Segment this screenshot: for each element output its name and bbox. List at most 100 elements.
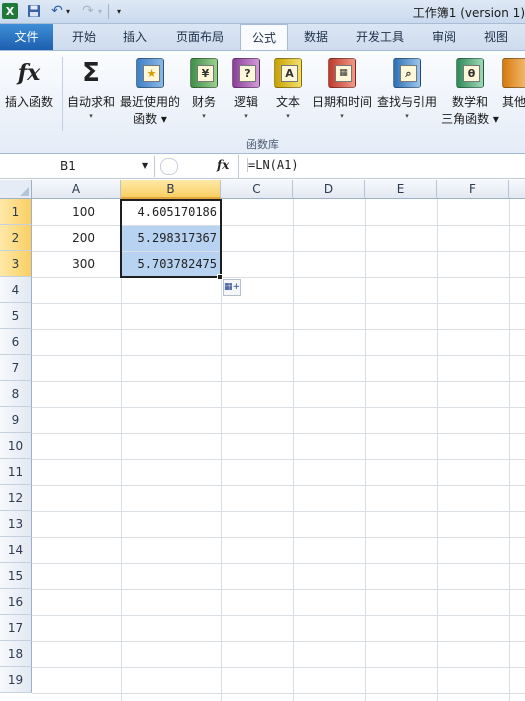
row-header-5[interactable]: 5 [0, 303, 32, 329]
name-box-value: B1 [60, 159, 76, 173]
column-header-d[interactable]: D [293, 180, 365, 199]
row-header-4[interactable]: 4 [0, 277, 32, 303]
row-header-6[interactable]: 6 [0, 329, 32, 355]
recently-used-button[interactable]: ★ 最近使用的 函数 ▾ [118, 51, 182, 137]
formula-separator [238, 155, 239, 179]
row-header-16[interactable]: 16 [0, 589, 32, 615]
button-label: 数学和 [451, 95, 488, 109]
tab-insert[interactable]: 插入 [110, 24, 160, 50]
magnifier-icon: ⌕ [400, 65, 417, 82]
calendar-icon: ▦ [335, 65, 352, 82]
math-trig-button[interactable]: θ 数学和 三角函数 ▾ [440, 51, 500, 137]
gridline [32, 355, 525, 356]
excel-logo-icon[interactable]: X [2, 3, 18, 19]
row-header-11[interactable]: 11 [0, 459, 32, 485]
chevron-down-icon[interactable]: ▼ [142, 161, 148, 170]
column-header-c[interactable]: C [221, 180, 293, 199]
lookup-book-icon: ⌕ [393, 58, 421, 88]
button-label: 最近使用的 [119, 95, 180, 109]
redo-button[interactable]: ↷ [80, 3, 96, 19]
cell-a1[interactable]: 100 [32, 200, 121, 225]
title-bar: X ↶ ▾ ↷ ▾ ▾ 工作簿1 (version 1) [0, 0, 525, 24]
redo-dropdown[interactable]: ▾ [96, 3, 104, 19]
row-header-15[interactable]: 15 [0, 563, 32, 589]
tab-formulas[interactable]: 公式 [240, 24, 288, 51]
text-button[interactable]: A 文本 ▾ [268, 51, 308, 137]
column-header-f[interactable]: F [437, 180, 509, 199]
button-label: 其他 [502, 95, 525, 109]
gridline [32, 225, 525, 226]
cell-a3[interactable]: 300 [32, 252, 121, 277]
autosum-button[interactable]: Σ 自动求和 ▾ [64, 51, 118, 137]
gridline [32, 589, 525, 590]
insert-function-button[interactable]: fx 插入函数 [2, 51, 56, 137]
fx-icon: fx [17, 60, 41, 86]
tab-data[interactable]: 数据 [292, 24, 340, 50]
name-box[interactable]: B1 ▼ [0, 156, 155, 177]
column-header-g[interactable] [509, 180, 525, 199]
row-header-17[interactable]: 17 [0, 615, 32, 641]
auto-fill-options-button[interactable]: ▦+ [223, 279, 241, 296]
ribbon-tab-bar: 文件 开始 插入 页面布局 公式 数据 开发工具 审阅 视图 [0, 24, 525, 51]
row-header-10[interactable]: 10 [0, 433, 32, 459]
finance-book-icon: ¥ [190, 58, 218, 88]
customize-quick-access-button[interactable]: ▾ [114, 3, 124, 19]
cell-a2[interactable]: 200 [32, 226, 121, 251]
column-header-b[interactable]: B [121, 180, 221, 199]
function-library-group-label: 函数库 [246, 138, 279, 151]
tab-view[interactable]: 视图 [472, 24, 520, 50]
financial-button[interactable]: ¥ 财务 ▾ [184, 51, 224, 137]
spreadsheet-grid[interactable]: A B C D E F 1 2 3 4 5 6 7 8 9 10 11 12 13 14 15 16 17 18 1… [0, 180, 525, 701]
date-time-button[interactable]: ▦ 日期和时间 ▾ [310, 51, 374, 137]
gridline [32, 329, 525, 330]
tab-home[interactable]: 开始 [60, 24, 108, 50]
row-header-19[interactable]: 19 [0, 667, 32, 693]
row-header-12[interactable]: 12 [0, 485, 32, 511]
more-book-icon [502, 58, 525, 88]
undo-button[interactable]: ↶ [49, 3, 65, 19]
formula-input[interactable]: =LN(A1) [247, 158, 299, 172]
row-header-3[interactable]: 3 [0, 251, 32, 277]
row-header-9[interactable]: 9 [0, 407, 32, 433]
formula-bar: B1 ▼ fx =LN(A1) [0, 155, 525, 179]
gridline [32, 251, 525, 252]
lookup-reference-button[interactable]: ⌕ 查找与引用 ▾ [375, 51, 439, 137]
row-header-13[interactable]: 13 [0, 511, 32, 537]
math-book-icon: θ [456, 58, 484, 88]
row-header-14[interactable]: 14 [0, 537, 32, 563]
chevron-down-icon: ▾ [89, 112, 93, 120]
column-header-e[interactable]: E [365, 180, 437, 199]
row-header-1[interactable]: 1 [0, 199, 32, 225]
row-header-8[interactable]: 8 [0, 381, 32, 407]
sigma-icon: Σ [82, 58, 100, 88]
button-label: 日期和时间 [311, 95, 372, 109]
tab-file[interactable]: 文件 [0, 24, 53, 50]
column-header-a[interactable]: A [32, 180, 121, 199]
row-header-18[interactable]: 18 [0, 641, 32, 667]
save-button[interactable] [26, 3, 42, 19]
button-label: 财务 [191, 95, 216, 109]
chevron-down-icon: ▾ [244, 112, 248, 120]
button-label: 插入函数 [4, 95, 53, 109]
tab-developer[interactable]: 开发工具 [344, 24, 416, 50]
gridline [32, 693, 525, 694]
gridline [32, 407, 525, 408]
gridline [32, 433, 525, 434]
chevron-down-icon: ▾ [405, 112, 409, 120]
row-header-7[interactable]: 7 [0, 355, 32, 381]
undo-dropdown[interactable]: ▾ [64, 3, 72, 19]
chevron-down-icon: ▾ [340, 112, 344, 120]
window-title: 工作簿1 (version 1) [412, 6, 525, 20]
gridline [32, 459, 525, 460]
formula-bar-handle[interactable] [160, 158, 178, 175]
logic-book-icon: ? [232, 58, 260, 88]
insert-function-icon[interactable]: fx [217, 158, 229, 172]
more-functions-button[interactable]: 其他 [500, 51, 525, 137]
undo-icon: ↶ [51, 3, 63, 19]
row-header-2[interactable]: 2 [0, 225, 32, 251]
select-all-button[interactable] [0, 180, 32, 199]
tab-review[interactable]: 审阅 [420, 24, 468, 50]
button-label: 自动求和 [66, 95, 115, 109]
logical-button[interactable]: ? 逻辑 ▾ [226, 51, 266, 137]
tab-page-layout[interactable]: 页面布局 [164, 24, 236, 50]
